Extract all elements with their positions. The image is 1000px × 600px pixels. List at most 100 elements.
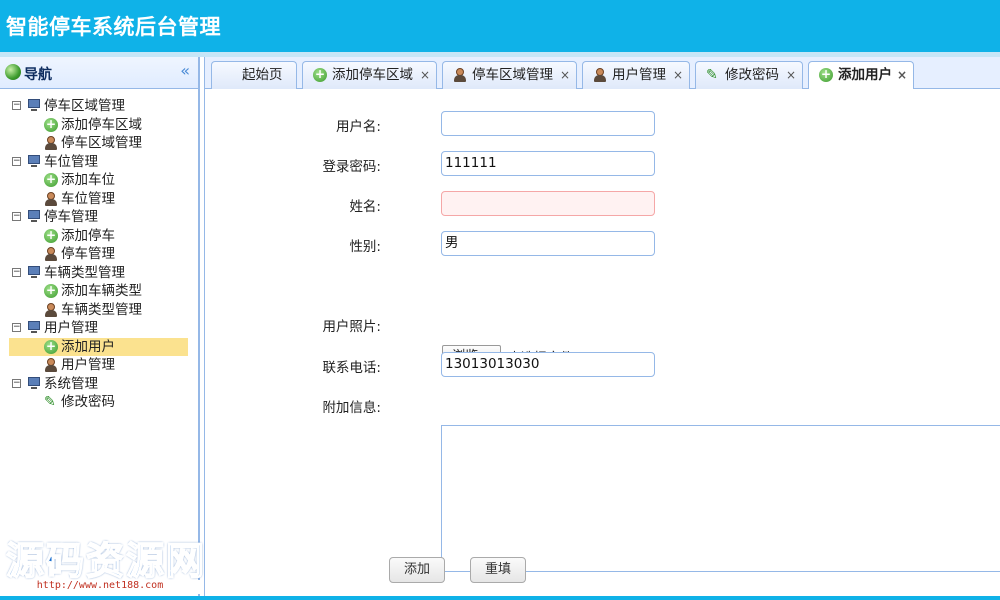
name-label: 姓名: [349,199,381,215]
plus-icon: + [44,116,58,132]
main-panel: 起始页 + 添加停车区域 × 停车区域管理 × 用户管理 × ✎ 修改密码 × + 添加用户 × 用户名:… [204,57,1000,596]
user-icon [44,136,58,150]
collapse-toggle-icon[interactable]: − [12,212,21,221]
tab-2[interactable]: 停车区域管理 × [442,61,577,89]
add-button[interactable]: 添加 [389,557,445,583]
tab-label: 停车区域管理 [472,67,553,83]
tree-node-label: 车辆类型管理 [61,301,142,318]
tree-node-label: 添加用户 [61,338,115,355]
user-icon [593,68,607,82]
tree-node-child[interactable]: + 添加停车 [0,227,198,246]
tree-node-label: 车位管理 [44,153,98,170]
footer-bar [0,596,1000,600]
tree-node-child[interactable]: 停车区域管理 [0,134,198,153]
close-icon[interactable]: × [673,62,683,88]
tree-node-label: 添加车辆类型 [61,283,142,299]
close-icon[interactable]: × [420,62,430,88]
collapse-toggle-icon[interactable]: − [12,101,21,110]
username-label: 用户名: [335,119,381,135]
close-icon[interactable]: × [786,62,796,88]
pencil-icon: ✎ [44,394,56,410]
collapse-icon[interactable]: « [180,61,190,80]
password-input[interactable]: 111111 [441,151,655,176]
tree-node-parent[interactable]: − 用户管理 [0,319,198,338]
watermark-url: http://www.net188.com [0,580,200,594]
tree-node-child[interactable]: + 添加停车区域 [0,116,198,135]
collapse-toggle-icon[interactable]: − [12,323,21,332]
tree-node-label: 车辆类型管理 [44,264,125,281]
tree-node-child[interactable]: + 添加用户 [9,337,188,356]
memo-label: 附加信息: [322,400,381,416]
globe-icon [5,64,21,80]
tree-node-label: 添加停车 [61,227,115,244]
tree-node-label: 停车区域管理 [61,135,142,151]
password-label: 登录密码: [322,159,381,175]
close-icon[interactable]: × [560,62,570,88]
tab-label: 用户管理 [612,67,666,83]
user-icon [44,358,58,372]
user-icon [44,302,58,317]
name-input[interactable] [441,191,655,216]
collapse-toggle-icon[interactable]: − [12,267,21,277]
tree-node-parent[interactable]: − 车位管理 [0,153,198,172]
plus-icon: + [44,338,58,354]
collapse-toggle-icon[interactable]: − [12,378,21,388]
tree-node-label: 用户管理 [61,357,115,373]
tab-label: 起始页 [242,67,283,83]
gender-input[interactable]: 男 [441,231,655,256]
tree-node-label: 车位管理 [61,190,115,207]
tab-label: 添加用户 [838,67,892,83]
computer-icon [27,154,41,167]
user-icon [453,68,467,82]
plus-icon: + [44,283,58,298]
plus-icon: + [44,227,58,243]
tree-node-child[interactable]: 车辆类型管理 [0,301,198,320]
computer-icon [27,99,41,111]
tab-label: 修改密码 [725,67,779,83]
tree-node-child[interactable]: ✎ 修改密码 [0,393,198,412]
tree-node-parent[interactable]: − 停车管理 [0,208,198,227]
sidebar: 导航 « − 停车区域管理 + 添加停车区域 停车区域管理 − 车位管理 + 添加车位 车位管理 −… [0,57,200,596]
add-user-form: 用户名: 登录密码: 111111 姓名: 性别: 男 用户照片: 浏览... … [205,89,1000,596]
tree-node-label: 添加车位 [61,172,115,188]
plus-icon: + [313,67,327,82]
plus-icon: + [44,172,58,187]
phone-input[interactable]: 13013013030 [441,352,655,377]
tree-node-child[interactable]: 用户管理 [0,356,198,375]
tree-node-label: 停车管理 [61,246,115,262]
tree-node-child[interactable]: 停车管理 [0,245,198,264]
pencil-icon: ✎ [706,67,718,83]
plus-icon: + [819,67,833,82]
tab-0[interactable]: 起始页 [211,61,297,89]
tree-node-parent[interactable]: − 系统管理 [0,375,198,394]
tree-node-parent[interactable]: − 车辆类型管理 [0,264,198,283]
username-input[interactable] [441,111,655,136]
memo-textarea[interactable] [441,425,1000,572]
tree-node-label: 停车管理 [44,209,98,225]
tree-node-parent[interactable]: − 停车区域管理 [0,97,198,116]
computer-icon [27,321,41,333]
tree-node-label: 用户管理 [44,320,98,336]
close-icon[interactable]: × [897,62,907,88]
app-title: 智能停车系统后台管理 [6,15,221,39]
phone-label: 联系电话: [322,360,381,376]
tab-bar: 起始页 + 添加停车区域 × 停车区域管理 × 用户管理 × ✎ 修改密码 × + 添加用户 × [205,57,1000,90]
tree-node-child[interactable]: + 添加车辆类型 [0,282,198,301]
collapse-toggle-icon[interactable]: − [12,156,21,166]
tree-node-label: 修改密码 [61,394,115,410]
tab-4[interactable]: ✎ 修改密码 × [695,61,803,89]
tree-node-label: 系统管理 [44,375,98,392]
tab-1[interactable]: + 添加停车区域 × [302,61,437,89]
computer-icon [27,376,41,389]
tree-node-child[interactable]: 车位管理 [0,190,198,209]
tab-3[interactable]: 用户管理 × [582,61,690,89]
nav-title: 导航 [24,67,52,83]
gender-label: 性别: [349,239,381,255]
photo-label: 用户照片: [322,319,381,335]
computer-icon [27,265,41,278]
app-header: 智能停车系统后台管理 [0,0,1000,52]
reset-button[interactable]: 重填 [470,557,526,583]
nav-panel-header: 导航 « [0,57,198,89]
tree-node-child[interactable]: + 添加车位 [0,171,198,190]
tab-5[interactable]: + 添加用户 × [808,61,914,90]
